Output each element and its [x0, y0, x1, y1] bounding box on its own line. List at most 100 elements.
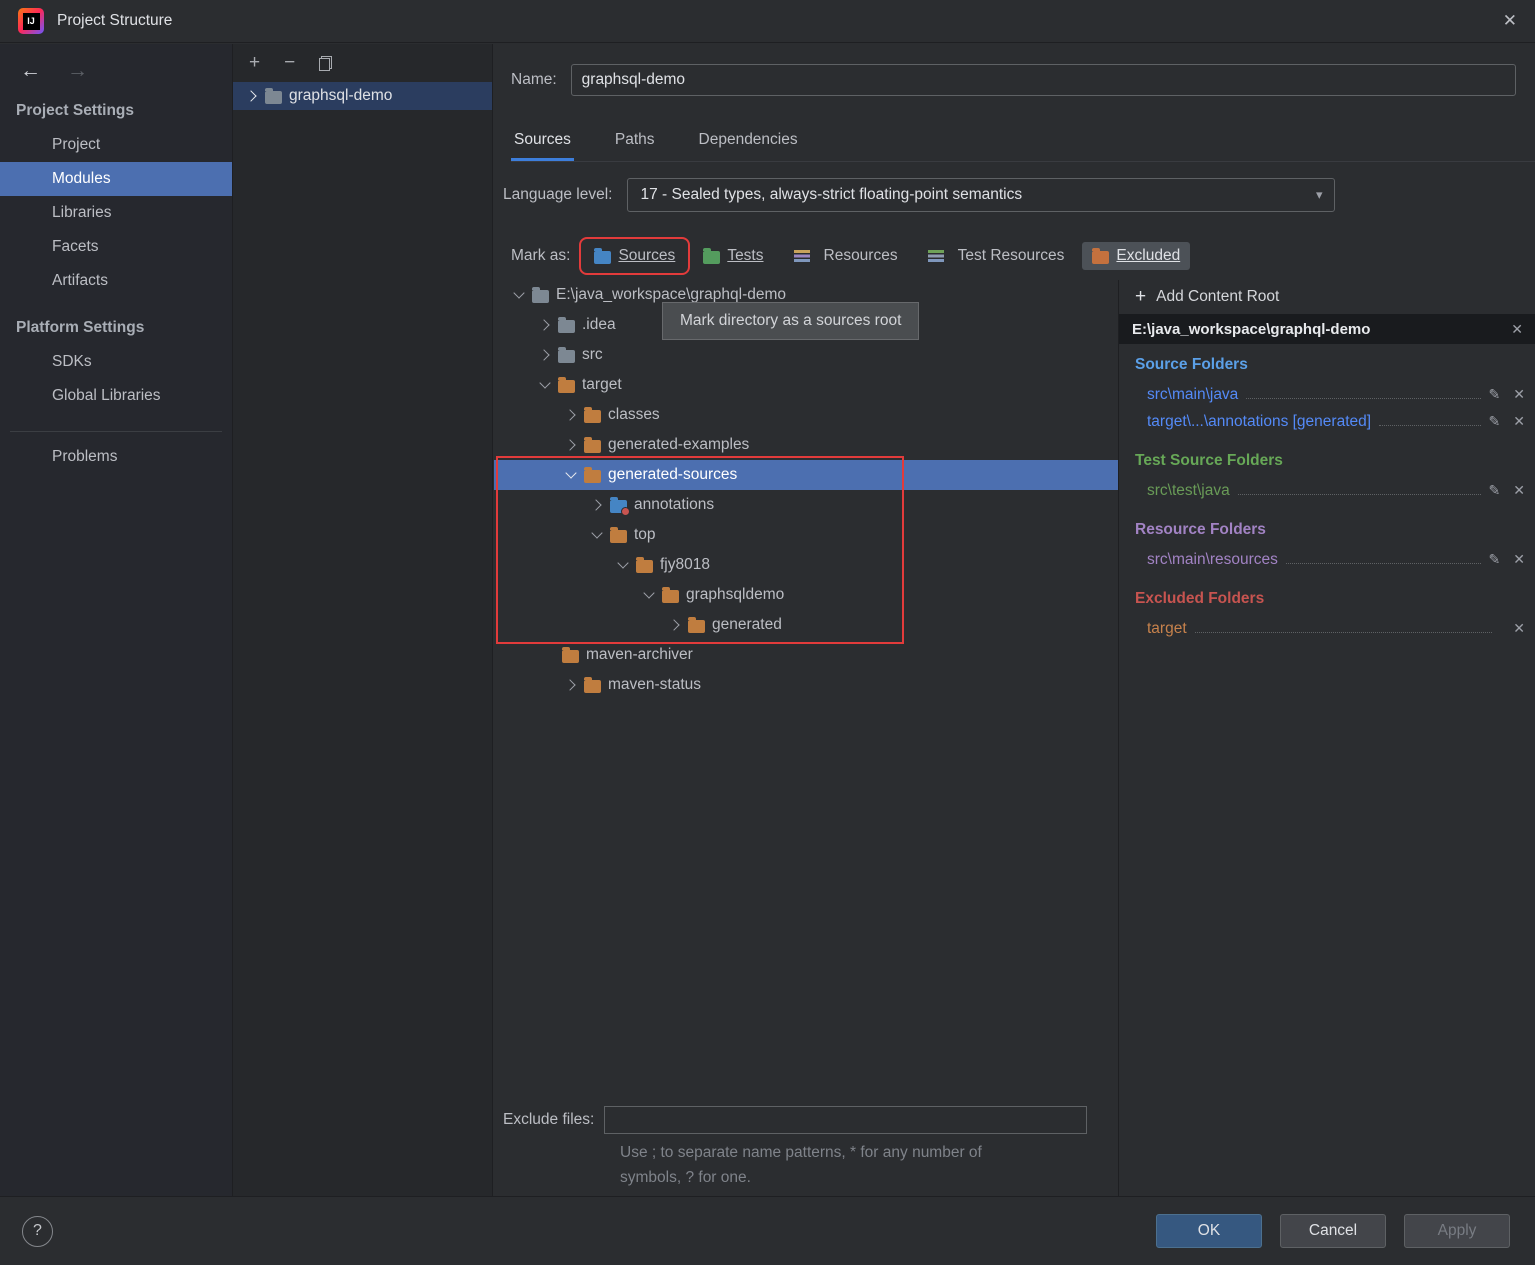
mark-test-resources-label: Test Resources [958, 247, 1065, 265]
exclude-files-label: Exclude files: [503, 1111, 594, 1129]
sidebar-item-project[interactable]: Project [0, 128, 232, 162]
tree-item-label: classes [608, 406, 660, 424]
mark-excluded-button[interactable]: Excluded [1082, 242, 1190, 270]
chevron-right-icon[interactable] [241, 88, 263, 104]
generated-source-folder-icon [610, 500, 627, 513]
chevron-right-icon[interactable] [560, 437, 582, 453]
titlebar: IJ Project Structure ✕ [0, 0, 1535, 43]
ok-button[interactable]: OK [1156, 1214, 1262, 1248]
chevron-right-icon[interactable] [586, 497, 608, 513]
language-level-value: 17 - Sealed types, always-strict floatin… [640, 186, 1022, 204]
tooltip-mark-directory: Mark directory as a sources root [662, 302, 919, 340]
mark-sources-button[interactable]: Sources [584, 242, 685, 270]
tree-item-generated[interactable]: generated [494, 610, 1118, 640]
apply-button[interactable]: Apply [1404, 1214, 1510, 1248]
tree-item-label: top [634, 526, 656, 544]
plus-icon: + [1135, 286, 1146, 308]
sidebar-item-facets[interactable]: Facets [0, 230, 232, 264]
tree-item-target[interactable]: target [494, 370, 1118, 400]
chevron-right-icon[interactable] [560, 677, 582, 693]
remove-content-root-icon[interactable]: ✕ [1511, 321, 1523, 338]
tree-item-label: src [582, 346, 603, 364]
sidebar-divider [10, 431, 222, 432]
source-folder-annotations-generated[interactable]: target\...\annotations [generated] ✎ ✕ [1135, 408, 1525, 435]
dotted-leader [1195, 632, 1493, 633]
remove-icon[interactable]: ✕ [1513, 413, 1525, 430]
mark-tests-button[interactable]: Tests [693, 242, 773, 270]
sidebar-item-sdks[interactable]: SDKs [0, 345, 232, 379]
remove-module-icon[interactable]: − [284, 52, 295, 74]
mark-sources-label: Sources [618, 247, 675, 265]
mark-resources-button[interactable]: Resources [782, 242, 908, 270]
language-level-select[interactable]: 17 - Sealed types, always-strict floatin… [627, 178, 1335, 212]
chevron-right-icon[interactable] [560, 407, 582, 423]
tree-item-src[interactable]: src [494, 340, 1118, 370]
help-button[interactable]: ? [22, 1216, 53, 1247]
add-content-root-button[interactable]: + Add Content Root [1119, 280, 1535, 314]
edit-icon[interactable]: ✎ [1489, 482, 1501, 499]
content-root-header[interactable]: E:\java_workspace\graphql-demo ✕ [1119, 314, 1535, 344]
module-list-item[interactable]: graphsql-demo [233, 82, 492, 110]
folder-icon [532, 290, 549, 303]
close-icon[interactable]: ✕ [1503, 11, 1517, 31]
sidebar-item-libraries[interactable]: Libraries [0, 196, 232, 230]
remove-icon[interactable]: ✕ [1513, 386, 1525, 403]
edit-icon[interactable]: ✎ [1489, 386, 1501, 403]
mark-as-label: Mark as: [511, 247, 570, 265]
add-module-icon[interactable]: + [249, 52, 260, 74]
test-source-folder-src-test-java[interactable]: src\test\java ✎ ✕ [1135, 477, 1525, 504]
remove-icon[interactable]: ✕ [1513, 620, 1525, 637]
back-arrow-icon[interactable]: ← [20, 59, 41, 83]
folder-icon [558, 320, 575, 333]
name-label: Name: [511, 71, 557, 89]
chevron-down-icon[interactable] [638, 587, 660, 603]
tree-item-graphsqldemo[interactable]: graphsqldemo [494, 580, 1118, 610]
sidebar-item-artifacts[interactable]: Artifacts [0, 264, 232, 298]
sidebar-item-global-libraries[interactable]: Global Libraries [0, 379, 232, 413]
exclude-files-input[interactable] [604, 1106, 1087, 1134]
folder-icon [558, 380, 575, 393]
chevron-down-icon[interactable] [508, 287, 530, 303]
tab-paths[interactable]: Paths [612, 122, 658, 161]
tree-item-maven-archiver[interactable]: maven-archiver [494, 640, 1118, 670]
resource-folder-src-main-resources[interactable]: src\main\resources ✎ ✕ [1135, 546, 1525, 573]
module-name-input[interactable] [571, 64, 1516, 96]
exclude-files-hint: Use ; to separate name patterns, * for a… [620, 1140, 982, 1190]
mark-test-resources-button[interactable]: Test Resources [916, 242, 1075, 270]
tree-item-generated-sources[interactable]: generated-sources [494, 460, 1118, 490]
module-folder-icon [265, 91, 282, 104]
tree-item-annotations[interactable]: annotations [494, 490, 1118, 520]
tree-item-top[interactable]: top [494, 520, 1118, 550]
tab-dependencies[interactable]: Dependencies [696, 122, 801, 161]
tree-item-fjy8018[interactable]: fjy8018 [494, 550, 1118, 580]
chevron-right-icon[interactable] [534, 347, 556, 363]
excluded-folders-section: Excluded Folders target ✕ [1135, 590, 1525, 642]
tests-folder-icon [703, 251, 720, 264]
dialog-title: Project Structure [57, 12, 172, 30]
chevron-down-icon[interactable] [560, 467, 582, 483]
tree-item-label: generated [712, 616, 782, 634]
tree-item-classes[interactable]: classes [494, 400, 1118, 430]
chevron-down-icon[interactable] [612, 557, 634, 573]
folder-icon [584, 410, 601, 423]
source-folder-src-main-java[interactable]: src\main\java ✎ ✕ [1135, 381, 1525, 408]
remove-icon[interactable]: ✕ [1513, 551, 1525, 568]
dotted-leader [1379, 425, 1480, 426]
sidebar-item-modules[interactable]: Modules [0, 162, 232, 196]
test-resources-icon [928, 250, 944, 262]
remove-icon[interactable]: ✕ [1513, 482, 1525, 499]
chevron-right-icon[interactable] [664, 617, 686, 633]
copy-module-icon[interactable] [319, 56, 332, 71]
edit-icon[interactable]: ✎ [1489, 551, 1501, 568]
tab-sources[interactable]: Sources [511, 122, 574, 161]
tree-item-generated-examples[interactable]: generated-examples [494, 430, 1118, 460]
sidebar-item-problems[interactable]: Problems [0, 440, 232, 474]
chevron-right-icon[interactable] [534, 317, 556, 333]
chevron-down-icon[interactable] [534, 377, 556, 393]
content-root-path: E:\java_workspace\graphql-demo [1132, 321, 1370, 338]
chevron-down-icon[interactable] [586, 527, 608, 543]
cancel-button[interactable]: Cancel [1280, 1214, 1386, 1248]
edit-icon[interactable]: ✎ [1489, 413, 1501, 430]
tree-item-maven-status[interactable]: maven-status [494, 670, 1118, 700]
excluded-folder-target[interactable]: target ✕ [1135, 615, 1525, 642]
